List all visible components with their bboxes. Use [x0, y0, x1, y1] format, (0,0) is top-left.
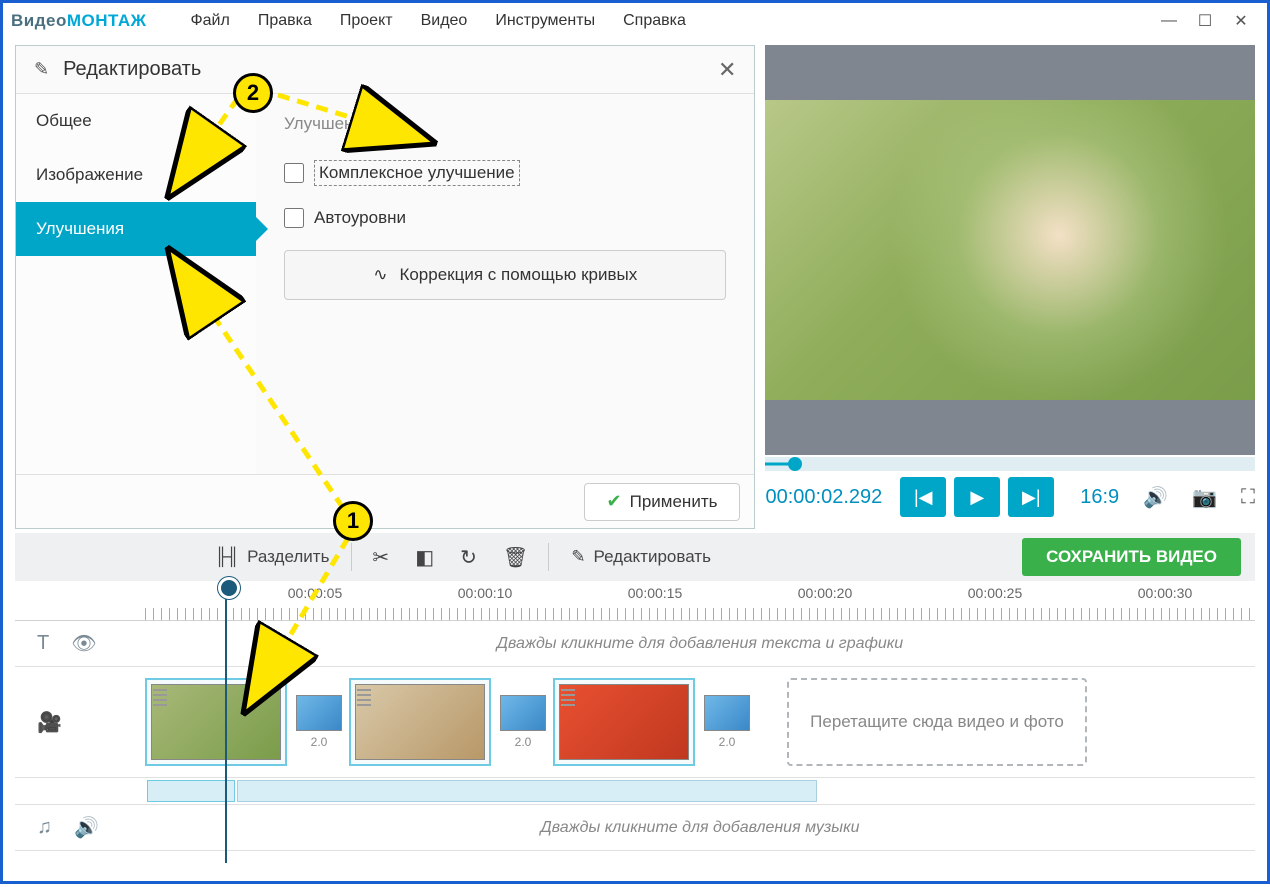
ruler-tick: 00:00:10 — [458, 585, 513, 601]
pencil-icon: ✎ — [571, 547, 585, 567]
preview-panel: 00:00:02.292 |◀ ▶ ▶| 16:9 🔊 📷 ⛶ — [765, 45, 1255, 529]
menu-video[interactable]: Видео — [407, 6, 482, 36]
tab-general[interactable]: Общее — [16, 94, 256, 148]
edit-panel-footer: ✔ Применить — [16, 474, 754, 528]
playback-controls: 00:00:02.292 |◀ ▶ ▶| 16:9 🔊 📷 ⛶ — [765, 471, 1255, 523]
apply-button[interactable]: ✔ Применить — [584, 483, 741, 521]
save-video-button[interactable]: СОХРАНИТЬ ВИДЕО — [1022, 538, 1241, 576]
timeline: 00:00:05 00:00:10 00:00:15 00:00:20 00:0… — [15, 583, 1255, 851]
edit-panel-close-icon[interactable]: ✕ — [718, 57, 736, 83]
section-label: Улучшения — [284, 114, 726, 134]
ruler-tick: 00:00:15 — [628, 585, 683, 601]
scrub-handle[interactable] — [788, 457, 802, 471]
main-menu: Файл Правка Проект Видео Инструменты Спр… — [176, 6, 699, 36]
checkbox-complex-enhancement[interactable]: Комплексное улучшение — [284, 160, 726, 186]
text-track: T 👁 Дважды кликните для добавления текст… — [15, 621, 1255, 667]
music-placeholder: Дважды кликните для добавления музыки — [145, 819, 1255, 837]
transition-3[interactable]: 2.0 — [701, 690, 753, 754]
volume-icon[interactable]: 🔊 — [1143, 485, 1168, 510]
prev-button[interactable]: |◀ — [900, 477, 946, 517]
edit-clip-button[interactable]: ✎ Редактировать — [559, 543, 723, 571]
next-button[interactable]: ▶| — [1008, 477, 1054, 517]
rotate-button[interactable]: ↻ — [450, 541, 487, 574]
checkbox-autolevels-label: Автоуровни — [314, 208, 406, 228]
split-icon: ╟╢ — [215, 547, 239, 567]
music-track: ♫ 🔊 Дважды кликните для добавления музык… — [15, 805, 1255, 851]
clip-audio-2[interactable] — [237, 780, 817, 802]
camera-icon[interactable]: 🎥 — [37, 710, 62, 735]
menu-tools[interactable]: Инструменты — [481, 6, 609, 36]
annotation-1: 1 — [333, 501, 373, 541]
menu-file[interactable]: Файл — [176, 6, 243, 36]
window-controls: — ☐ ✕ — [1151, 6, 1259, 36]
edit-panel-header: ✎ Редактировать ✕ — [16, 46, 754, 94]
clip-3[interactable] — [553, 678, 695, 766]
titlebar: ВидеоМОНТАЖ Файл Правка Проект Видео Инс… — [3, 3, 1267, 39]
checkbox-autolevels-input[interactable] — [284, 208, 304, 228]
cut-button[interactable]: ✂ — [362, 541, 399, 574]
minimize-button[interactable]: — — [1151, 6, 1187, 36]
timecode: 00:00:02.292 — [765, 486, 882, 509]
video-track: 🎥 2.0 2.0 2.0 Перетащите сюда видео и фо… — [15, 667, 1255, 778]
menu-project[interactable]: Проект — [326, 6, 407, 36]
playhead[interactable] — [225, 583, 227, 863]
clip-audio-1[interactable] — [147, 780, 235, 802]
logo-part-b: МОНТАЖ — [67, 11, 147, 30]
scrub-bar[interactable] — [765, 457, 1255, 471]
text-lane[interactable]: Дважды кликните для добавления текста и … — [145, 629, 1255, 659]
edit-content: Улучшения Комплексное улучшение Автоуров… — [256, 94, 754, 474]
video-lane[interactable]: 2.0 2.0 2.0 Перетащите сюда видео и фото — [145, 667, 1255, 777]
delete-button[interactable]: 🗑 — [493, 541, 538, 574]
logo-part-a: Видео — [11, 11, 67, 30]
timeline-toolbar: ╟╢ Разделить ✂ ◧ ↻ 🗑 ✎ Редактировать СОХ… — [15, 533, 1255, 581]
checkbox-autolevels[interactable]: Автоуровни — [284, 208, 726, 228]
split-button[interactable]: ╟╢ Разделить — [203, 543, 341, 571]
clip-2[interactable] — [349, 678, 491, 766]
fullscreen-icon[interactable]: ⛶ — [1241, 486, 1255, 509]
checkbox-complex-input[interactable] — [284, 163, 304, 183]
menu-edit[interactable]: Правка — [244, 6, 326, 36]
annotation-2: 2 — [233, 73, 273, 113]
track-volume-icon[interactable]: 🔊 — [74, 815, 99, 840]
tab-enhancements[interactable]: Улучшения — [16, 202, 256, 256]
text-icon[interactable]: T — [37, 632, 49, 655]
ruler-tick: 00:00:25 — [968, 585, 1023, 601]
video-frame — [765, 100, 1255, 400]
ruler-tick: 00:00:05 — [288, 585, 343, 601]
maximize-button[interactable]: ☐ — [1187, 6, 1223, 36]
ruler-tick: 00:00:30 — [1138, 585, 1193, 601]
edit-tabs: Общее Изображение Улучшения — [16, 94, 256, 474]
music-lane[interactable]: Дважды кликните для добавления музыки — [145, 813, 1255, 843]
video-drop-zone[interactable]: Перетащите сюда видео и фото — [787, 678, 1087, 766]
curves-button-label: Коррекция с помощью кривых — [399, 265, 637, 285]
edit-panel-title: Редактировать — [63, 58, 718, 81]
clip-audio-track — [15, 778, 1255, 805]
close-button[interactable]: ✕ — [1223, 6, 1259, 36]
transition-2[interactable]: 2.0 — [497, 690, 549, 754]
music-icon[interactable]: ♫ — [37, 816, 52, 839]
text-placeholder: Дважды кликните для добавления текста и … — [145, 635, 1255, 653]
curves-icon: ∿ — [373, 265, 387, 285]
tab-image[interactable]: Изображение — [16, 148, 256, 202]
check-icon: ✔ — [607, 491, 622, 512]
ruler-tick: 00:00:20 — [798, 585, 853, 601]
video-preview[interactable] — [765, 45, 1255, 455]
edit-clip-label: Редактировать — [594, 547, 711, 567]
split-label: Разделить — [247, 547, 329, 567]
visibility-icon[interactable]: 👁 — [71, 631, 96, 656]
checkbox-complex-label: Комплексное улучшение — [314, 160, 520, 186]
edit-icon: ✎ — [34, 59, 49, 80]
clip-1[interactable] — [145, 678, 287, 766]
menu-help[interactable]: Справка — [609, 6, 700, 36]
aspect-ratio[interactable]: 16:9 — [1080, 486, 1119, 509]
transition-1[interactable]: 2.0 — [293, 690, 345, 754]
time-ruler[interactable]: 00:00:05 00:00:10 00:00:15 00:00:20 00:0… — [15, 583, 1255, 621]
app-logo: ВидеоМОНТАЖ — [11, 11, 146, 31]
snapshot-icon[interactable]: 📷 — [1192, 485, 1217, 510]
apply-button-label: Применить — [630, 492, 718, 512]
play-button[interactable]: ▶ — [954, 477, 1000, 517]
crop-button[interactable]: ◧ — [405, 541, 444, 574]
edit-panel: ✎ Редактировать ✕ Общее Изображение Улуч… — [15, 45, 755, 529]
curves-correction-button[interactable]: ∿ Коррекция с помощью кривых — [284, 250, 726, 300]
